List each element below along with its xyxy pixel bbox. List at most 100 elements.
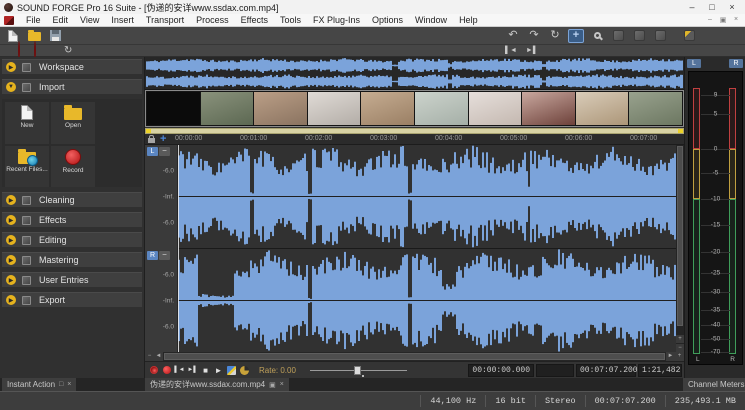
sidebar-section-export[interactable]: ▶ Export xyxy=(2,292,142,307)
record-button[interactable] xyxy=(160,364,173,377)
child-restore-icon[interactable]: ▣ xyxy=(718,16,728,24)
record-remote-button[interactable] xyxy=(147,364,160,377)
video-strip[interactable] xyxy=(145,90,684,127)
db-label: -6.0 xyxy=(163,220,174,227)
meter-bottom-label-left: L xyxy=(696,356,700,363)
waveform-right-channel[interactable] xyxy=(178,249,676,352)
menu-item[interactable]: Tools xyxy=(274,15,307,25)
scroll-right-icon[interactable]: ► xyxy=(666,352,675,361)
sidebar-section-label: Mastering xyxy=(39,255,79,265)
tab-document[interactable]: 伪递的安详www.ssdax.com.mp4 ▣ × xyxy=(145,378,289,391)
close-icon[interactable]: × xyxy=(723,2,741,12)
meter-right-button[interactable]: R xyxy=(729,59,743,68)
go-to-end-icon[interactable]: ►▌ xyxy=(526,47,538,54)
rate-slider-handle[interactable] xyxy=(354,366,361,375)
child-minimize-icon[interactable]: – xyxy=(705,16,715,24)
pencil-edit-icon xyxy=(227,366,236,375)
import-action-button[interactable]: New xyxy=(5,102,49,144)
repeat-button[interactable]: ↻ xyxy=(547,29,563,43)
scroll-track[interactable] xyxy=(164,353,665,360)
child-close-icon[interactable]: × xyxy=(731,16,741,24)
sidebar-section-user-entries[interactable]: ▶ User Entries xyxy=(2,272,142,287)
stop-button[interactable]: ■ xyxy=(199,364,212,377)
overview-waveform[interactable] xyxy=(145,57,684,90)
meter-body[interactable]: 9 5 0 -5 xyxy=(688,71,743,365)
scroll-left-icon[interactable]: ◄ xyxy=(154,352,163,361)
playback-options-button[interactable] xyxy=(238,364,251,377)
snap-button[interactable] xyxy=(681,29,697,43)
zoom-in-vertical-icon[interactable]: + xyxy=(676,335,684,343)
menu-item[interactable]: File xyxy=(20,15,47,25)
video-thumbnail xyxy=(361,92,414,125)
minimize-channel-icon[interactable]: − xyxy=(159,147,170,156)
vertical-scrollbar[interactable]: + − xyxy=(676,145,684,352)
import-action-button[interactable]: Open xyxy=(51,102,95,144)
ruler-tick-label: 00:03:00 xyxy=(370,135,397,142)
magnify-tool-button[interactable] xyxy=(589,29,605,43)
pencil-tool-button[interactable] xyxy=(631,29,647,43)
sidebar-section-mastering[interactable]: ▶ Mastering xyxy=(2,252,142,267)
go-to-start-icon[interactable]: ▌◄ xyxy=(505,47,517,54)
save-icon xyxy=(50,30,61,41)
zoom-out-icon[interactable]: − xyxy=(145,352,154,361)
menu-item[interactable]: Edit xyxy=(47,15,75,25)
tab-channel-meters[interactable]: Channel Meters □ xyxy=(683,378,745,391)
right-channel-badge[interactable]: R xyxy=(147,251,158,260)
sidebar-section-import[interactable]: ▼ Import xyxy=(2,79,142,94)
envelope-tool-button[interactable] xyxy=(652,29,668,43)
sidebar-section-cleaning[interactable]: ▶ Cleaning xyxy=(2,192,142,207)
meter-left-button[interactable]: L xyxy=(687,59,701,68)
undo-button[interactable]: ↶ xyxy=(505,29,521,43)
sidebar-section-effects[interactable]: ▶ Effects xyxy=(2,212,142,227)
minimize-channel-icon[interactable]: − xyxy=(159,251,170,260)
maximize-icon[interactable]: □ xyxy=(703,2,721,12)
rate-slider[interactable] xyxy=(310,364,407,377)
next-button[interactable]: ►▌ xyxy=(186,364,199,377)
meter-scale-label: 0 xyxy=(689,146,742,153)
menu-item[interactable]: Options xyxy=(366,15,409,25)
left-channel-badge[interactable]: L xyxy=(147,147,158,156)
restore-icon[interactable]: ▣ xyxy=(269,381,276,389)
redo-button[interactable]: ↷ xyxy=(526,29,542,43)
video-thumbnail xyxy=(415,92,468,125)
loop-end-marker[interactable] xyxy=(678,129,683,133)
vertical-scroll-handle[interactable] xyxy=(677,146,683,326)
close-icon[interactable]: × xyxy=(67,381,71,388)
edit-tool-button[interactable]: + xyxy=(568,29,584,43)
event-tool-button[interactable] xyxy=(610,29,626,43)
meter-bottom-label-right: R xyxy=(730,356,735,363)
menu-item[interactable]: View xyxy=(74,15,105,25)
waveform-left-channel[interactable] xyxy=(178,145,676,248)
menu-item[interactable]: FX Plug-Ins xyxy=(307,15,366,25)
float-icon[interactable]: □ xyxy=(59,381,63,388)
scroll-handle[interactable] xyxy=(164,353,665,360)
minimize-icon[interactable]: – xyxy=(683,2,701,12)
zoom-in-icon[interactable]: + xyxy=(675,352,684,361)
play-button[interactable]: ► xyxy=(212,364,225,377)
zoom-out-vertical-icon[interactable]: − xyxy=(676,344,684,352)
menu-item[interactable]: Insert xyxy=(105,15,140,25)
save-button[interactable] xyxy=(47,29,63,43)
pan-cross-icon[interactable]: + xyxy=(160,133,166,145)
refresh-icon[interactable]: ↻ xyxy=(64,46,72,56)
menu-item[interactable]: Help xyxy=(453,15,484,25)
status-duration: 00:07:07.200 xyxy=(585,395,665,407)
close-icon[interactable]: × xyxy=(280,381,284,388)
waveform-display[interactable] xyxy=(178,145,676,352)
menu-item[interactable]: Transport xyxy=(140,15,190,25)
previous-button[interactable]: ▌◄ xyxy=(173,364,186,377)
menu-item[interactable]: Process xyxy=(190,15,235,25)
time-ruler[interactable]: + 00:00:0000:01:0000:02:0000:03:0000:04:… xyxy=(145,134,684,145)
meter-scale-row: -5 xyxy=(689,173,742,174)
menu-item[interactable]: Effects xyxy=(235,15,274,25)
horizontal-scrollbar[interactable]: − ◄ ► + xyxy=(145,352,684,361)
sidebar-section-workspace[interactable]: ▶ Workspace xyxy=(2,59,142,74)
sidebar-section-editing[interactable]: ▶ Editing xyxy=(2,232,142,247)
import-action-button[interactable]: Recent Files... xyxy=(5,146,49,187)
import-action-icon xyxy=(64,108,82,120)
tab-instant-action[interactable]: Instant Action □ × xyxy=(2,378,76,391)
pencil-edit-button[interactable] xyxy=(225,364,238,377)
loop-start-marker[interactable] xyxy=(146,129,151,133)
import-action-button[interactable]: Record xyxy=(51,146,95,187)
menu-item[interactable]: Window xyxy=(409,15,453,25)
